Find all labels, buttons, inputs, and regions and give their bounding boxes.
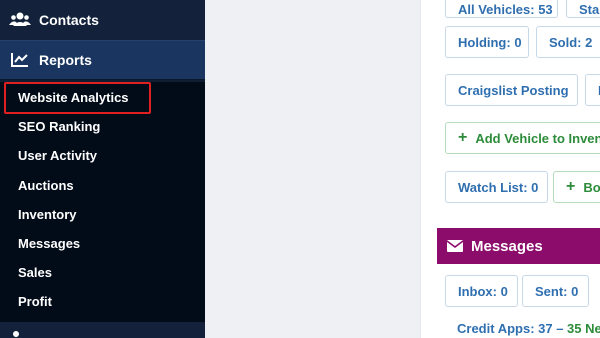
sent-label: Sent: 0	[535, 283, 579, 299]
messages-title: Messages	[471, 237, 543, 255]
highlight-box	[4, 82, 151, 114]
sidebar-item-reports[interactable]: Reports	[0, 40, 205, 80]
line-chart-icon	[11, 53, 28, 67]
sidebar-item-contacts[interactable]: Contacts	[0, 0, 205, 40]
sent-button[interactable]: Sent: 0	[522, 275, 589, 307]
plus-icon: +	[566, 178, 576, 195]
all-vehicles-label: All Vehicles: 53	[458, 1, 553, 17]
all-vehicles-button[interactable]: All Vehicles: 53	[445, 0, 558, 18]
add-vehicle-label: Add Vehicle to Inven	[475, 130, 600, 146]
inbox-label: Inbox: 0	[458, 283, 508, 299]
submenu-user-activity[interactable]: User Activity	[18, 146, 97, 166]
submenu-auctions[interactable]: Auctions	[18, 176, 74, 196]
craigslist-posting-button[interactable]: Craigslist Posting	[445, 74, 578, 106]
sidebar-item-contacts-label: Contacts	[39, 12, 99, 28]
holding-button[interactable]: Holding: 0	[445, 26, 529, 58]
credit-new-count: 35 Ne	[567, 321, 600, 336]
submenu-profit[interactable]: Profit	[18, 292, 52, 312]
user-icon	[13, 331, 19, 337]
envelope-icon	[447, 240, 463, 252]
submenu-seo-ranking[interactable]: SEO Ranking	[18, 117, 100, 137]
craigslist-next-button[interactable]: F	[585, 74, 600, 106]
status-label: Sta	[579, 1, 600, 17]
messages-header: Messages	[437, 228, 600, 264]
sidebar: Contacts Reports Website Analytics SEO R…	[0, 0, 205, 338]
credit-apps-link[interactable]: Credit Apps: 37 – 35 Ne	[457, 321, 600, 336]
submenu-messages[interactable]: Messages	[18, 234, 80, 254]
sold-button[interactable]: Sold: 2	[536, 26, 600, 58]
watch-list-button[interactable]: Watch List: 0	[445, 171, 548, 203]
watch-list-label: Watch List: 0	[458, 179, 539, 195]
submenu-inventory[interactable]: Inventory	[18, 205, 77, 225]
submenu-sales[interactable]: Sales	[18, 263, 52, 283]
plus-icon: +	[458, 129, 468, 146]
holding-label: Holding: 0	[458, 34, 522, 50]
status-button[interactable]: Sta	[566, 0, 600, 18]
bo-label: Bo	[583, 179, 600, 195]
add-vehicle-button[interactable]: + Add Vehicle to Inven	[445, 122, 600, 154]
sidebar-item-next[interactable]	[0, 322, 205, 338]
bo-button[interactable]: + Bo	[553, 171, 600, 203]
users-icon	[9, 12, 31, 26]
craigslist-label: Craigslist Posting	[458, 82, 569, 98]
credit-apps-label: Credit Apps: 37 –	[457, 321, 568, 336]
sidebar-item-reports-label: Reports	[39, 52, 92, 68]
inbox-button[interactable]: Inbox: 0	[445, 275, 518, 307]
sold-label: Sold: 2	[549, 34, 593, 50]
main-area	[205, 0, 420, 338]
